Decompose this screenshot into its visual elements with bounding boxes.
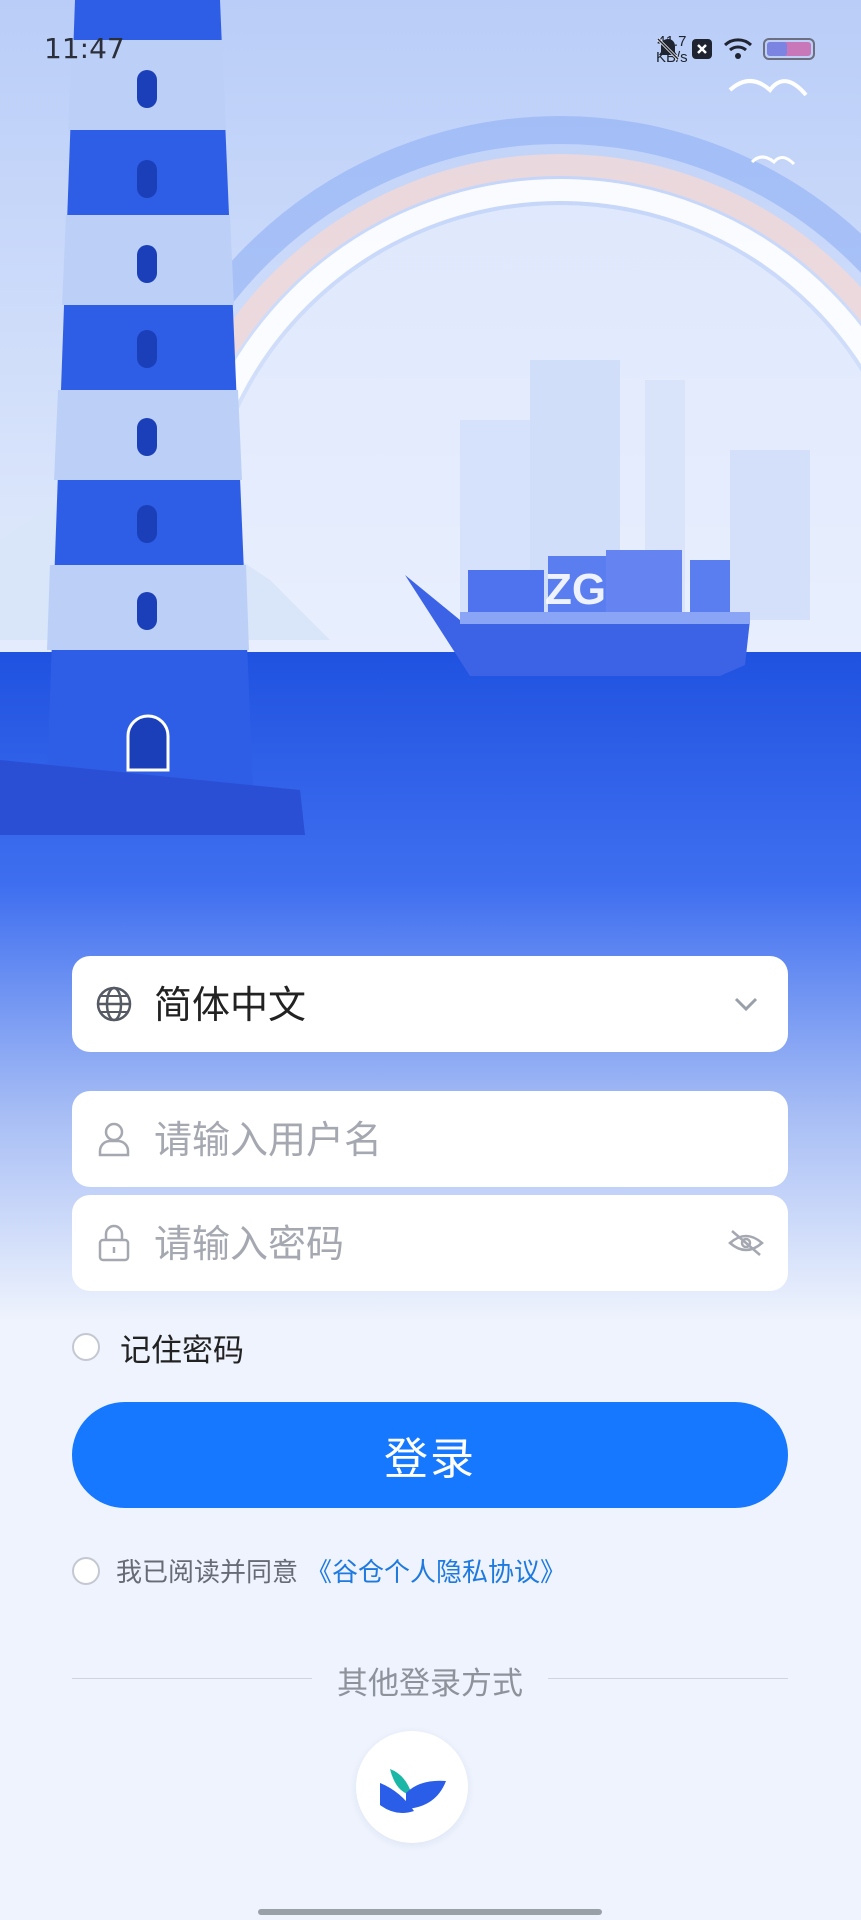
bird-logo-icon [380,1769,446,1813]
chevron-down-icon[interactable] [722,980,770,1028]
lock-icon [98,1224,130,1262]
login-button[interactable]: 登录 [72,1402,788,1508]
status-time: 11:47 [44,32,125,65]
remember-password-label: 记住密码 [120,1332,244,1369]
username-input[interactable]: 请输入用户名 [72,1091,788,1187]
battery-icon [763,38,815,60]
agreement-radio[interactable] [72,1556,100,1585]
agreement-text: 我已阅读并同意 [116,1558,299,1588]
other-login-divider: 其他登录方式 [72,1658,788,1702]
status-bar: 11:47 41.7 KB/s [0,0,861,100]
divider-line-right [548,1678,788,1679]
password-placeholder: 请输入密码 [154,1222,345,1266]
privacy-policy-link[interactable]: 《谷仓个人隐私协议》 [306,1552,566,1589]
status-icons [655,36,817,62]
language-select[interactable]: 简体中文 [72,956,788,1052]
bell-off-icon [656,37,680,61]
remember-password-radio[interactable] [72,1333,100,1361]
remember-password[interactable]: 记住密码 [72,1330,244,1369]
globe-icon [96,986,132,1022]
username-placeholder: 请输入用户名 [154,1118,383,1162]
password-input[interactable]: 请输入密码 [72,1195,788,1291]
close-box-icon [692,39,712,59]
privacy-agreement: 我已阅读并同意 《谷仓个人隐私协议》 [72,1552,566,1589]
other-login-label: 其他登录方式 [337,1666,523,1702]
user-icon [98,1122,130,1157]
wifi-icon [723,38,753,59]
alt-login-button[interactable] [356,1731,468,1843]
language-value: 简体中文 [154,983,307,1027]
home-indicator [258,1909,602,1915]
svg-text:ZG: ZG [545,565,606,614]
eye-off-icon[interactable] [722,1219,770,1267]
